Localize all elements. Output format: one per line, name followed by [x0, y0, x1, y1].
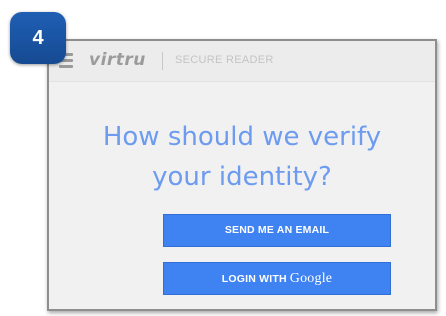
- login-with-google-button[interactable]: LOGIN WITH Google: [163, 262, 391, 295]
- heading-line-1: How should we verify: [102, 122, 382, 152]
- send-email-button[interactable]: SEND ME AN EMAIL: [163, 214, 391, 247]
- verify-identity-heading: How should we verify your identity?: [49, 117, 435, 197]
- screenshot-stage: virtru SECURE READER How should we verif…: [0, 0, 446, 316]
- header-bar: virtru SECURE READER: [49, 41, 435, 82]
- brand-logo: virtru: [89, 50, 146, 70]
- product-name: SECURE READER: [175, 54, 274, 66]
- secure-reader-window: virtru SECURE READER How should we verif…: [47, 39, 437, 311]
- google-button-label: LOGIN WITH: [221, 273, 287, 285]
- heading-line-2: your identity?: [152, 162, 332, 192]
- google-wordmark: Google: [289, 271, 333, 286]
- step-number-badge: 4: [10, 12, 66, 64]
- header-divider: [162, 52, 163, 70]
